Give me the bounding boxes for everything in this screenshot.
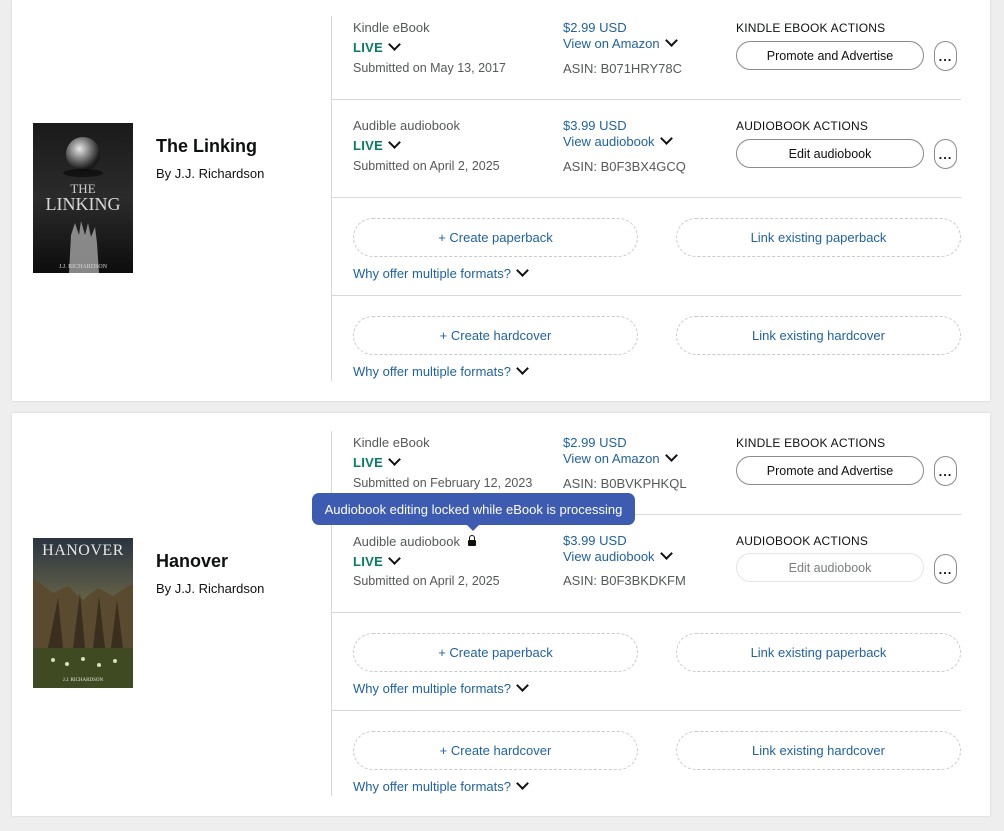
svg-text:LINKING: LINKING — [46, 194, 121, 214]
chevron-down-icon — [516, 777, 529, 790]
chevron-down-icon — [388, 552, 401, 565]
more-options-button[interactable]: ... — [934, 41, 957, 71]
row-divider — [331, 99, 961, 100]
book-card-the-linking: THE LINKING J.J. RICHARDSON The Linking … — [12, 0, 990, 401]
book-card-hanover: HANOVER J.J. RICHARDSON Hanover By J.J. … — [12, 413, 990, 816]
why-multiple-formats-link[interactable]: Why offer multiple formats? — [353, 777, 529, 794]
price: $2.99 USD — [563, 435, 627, 450]
chevron-down-icon — [388, 38, 401, 51]
more-options-button[interactable]: ... — [934, 139, 957, 169]
submitted-date: Submitted on April 2, 2025 — [353, 574, 500, 588]
cover-art-the-linking: THE LINKING J.J. RICHARDSON — [46, 137, 121, 273]
view-on-amazon-link[interactable]: View on Amazon — [563, 34, 678, 51]
audiobook-actions-label: AUDIOBOOK ACTIONS — [736, 119, 869, 133]
view-link-label: View audiobook — [563, 134, 655, 149]
asin: ASIN: B0BVKPHKQL — [563, 476, 687, 491]
status-live-dropdown[interactable]: LIVE — [353, 453, 401, 470]
why-label: Why offer multiple formats? — [353, 779, 511, 794]
link-existing-paperback-button[interactable]: Link existing paperback — [676, 218, 961, 257]
promote-and-advertise-button[interactable]: Promote and Advertise — [736, 41, 924, 70]
why-label: Why offer multiple formats? — [353, 266, 511, 281]
view-link-label: View audiobook — [563, 549, 655, 564]
book-author: By J.J. Richardson — [156, 581, 265, 596]
view-audiobook-link[interactable]: View audiobook — [563, 547, 673, 564]
status-label: LIVE — [353, 554, 384, 569]
view-link-label: View on Amazon — [563, 451, 660, 466]
chevron-down-icon — [516, 264, 529, 277]
price: $3.99 USD — [563, 118, 627, 133]
chevron-down-icon — [388, 453, 401, 466]
chevron-down-icon — [659, 547, 673, 560]
view-audiobook-link[interactable]: View audiobook — [563, 132, 673, 149]
kindle-actions-label: KINDLE EBOOK ACTIONS — [736, 436, 886, 450]
submitted-date: Submitted on February 12, 2023 — [353, 476, 533, 490]
create-paperback-button[interactable]: + Create paperback — [353, 218, 638, 257]
view-link-label: View on Amazon — [563, 36, 660, 51]
row-divider — [331, 295, 961, 296]
format-divider-vertical — [331, 16, 332, 381]
svg-text:J.J. RICHARDSON: J.J. RICHARDSON — [63, 678, 104, 683]
lock-icon[interactable] — [467, 535, 476, 547]
row-divider — [331, 197, 961, 198]
create-hardcover-button[interactable]: + Create hardcover — [353, 731, 638, 770]
create-hardcover-button[interactable]: + Create hardcover — [353, 316, 638, 355]
format-name-ebook: Kindle eBook — [353, 20, 430, 35]
link-existing-hardcover-button[interactable]: Link existing hardcover — [676, 731, 961, 770]
asin: ASIN: B0F3BX4GCQ — [563, 159, 686, 174]
submitted-date: Submitted on May 13, 2017 — [353, 61, 506, 75]
cover-art-hanover: HANOVER J.J. RICHARDSON — [33, 538, 133, 688]
link-existing-paperback-button[interactable]: Link existing paperback — [676, 633, 961, 672]
why-label: Why offer multiple formats? — [353, 681, 511, 696]
status-label: LIVE — [353, 40, 384, 55]
book-cover-hanover[interactable]: HANOVER J.J. RICHARDSON — [33, 538, 133, 688]
format-name-ebook: Kindle eBook — [353, 435, 430, 450]
why-multiple-formats-link[interactable]: Why offer multiple formats? — [353, 362, 529, 379]
view-on-amazon-link[interactable]: View on Amazon — [563, 449, 678, 466]
cover-author-text: J.J. RICHARDSON — [59, 264, 108, 270]
chevron-down-icon — [659, 132, 673, 145]
submitted-date: Submitted on April 2, 2025 — [353, 159, 500, 173]
edit-audiobook-button[interactable]: Edit audiobook — [736, 553, 924, 582]
promote-and-advertise-button[interactable]: Promote and Advertise — [736, 456, 924, 485]
edit-audiobook-button[interactable]: Edit audiobook — [736, 139, 924, 168]
format-divider-vertical — [331, 431, 332, 796]
create-paperback-button[interactable]: + Create paperback — [353, 633, 638, 672]
more-options-button[interactable]: ... — [934, 456, 957, 486]
chevron-down-icon — [388, 136, 401, 149]
audiobook-locked-tooltip: Audiobook editing locked while eBook is … — [312, 493, 635, 525]
format-label: Audible audiobook — [353, 534, 460, 549]
audiobook-actions-label: AUDIOBOOK ACTIONS — [736, 534, 869, 548]
asin: ASIN: B071HRY78C — [563, 61, 682, 76]
asin: ASIN: B0F3BKDKFM — [563, 573, 686, 588]
tooltip-arrow — [467, 525, 479, 531]
status-live-dropdown[interactable]: LIVE — [353, 552, 401, 569]
chevron-down-icon — [516, 362, 529, 375]
book-title[interactable]: The Linking — [156, 136, 257, 157]
status-label: LIVE — [353, 138, 384, 153]
status-live-dropdown[interactable]: LIVE — [353, 38, 401, 55]
why-multiple-formats-link[interactable]: Why offer multiple formats? — [353, 264, 529, 281]
svg-text:HANOVER: HANOVER — [42, 542, 124, 559]
format-name-audiobook: Audible audiobook — [353, 534, 476, 549]
price: $3.99 USD — [563, 533, 627, 548]
chevron-down-icon — [664, 34, 678, 47]
book-author: By J.J. Richardson — [156, 166, 265, 181]
why-multiple-formats-link[interactable]: Why offer multiple formats? — [353, 679, 529, 696]
row-divider — [331, 710, 961, 711]
format-name-audiobook: Audible audiobook — [353, 118, 460, 133]
link-existing-hardcover-button[interactable]: Link existing hardcover — [676, 316, 961, 355]
price: $2.99 USD — [563, 20, 627, 35]
chevron-down-icon — [664, 449, 678, 462]
book-title[interactable]: Hanover — [156, 551, 228, 572]
kindle-actions-label: KINDLE EBOOK ACTIONS — [736, 21, 886, 35]
why-label: Why offer multiple formats? — [353, 364, 511, 379]
chevron-down-icon — [516, 679, 529, 692]
status-live-dropdown[interactable]: LIVE — [353, 136, 401, 153]
more-options-button[interactable]: ... — [934, 554, 957, 584]
row-divider — [331, 612, 961, 613]
status-label: LIVE — [353, 455, 384, 470]
book-cover-the-linking[interactable]: THE LINKING J.J. RICHARDSON — [33, 123, 133, 273]
